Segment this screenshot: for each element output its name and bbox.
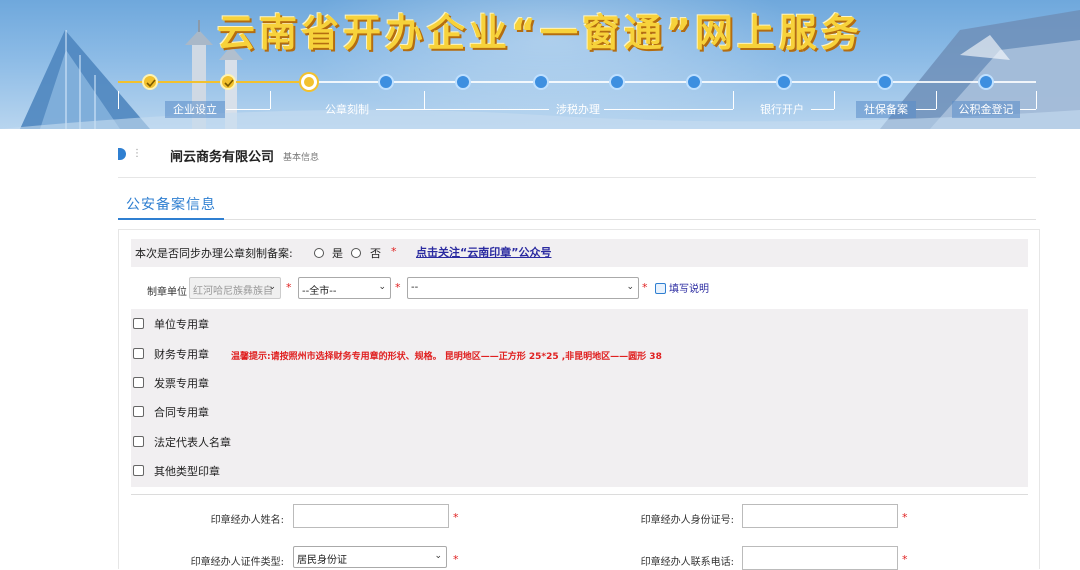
seal-checkbox[interactable] [133, 348, 144, 359]
step-separator [936, 91, 937, 109]
handler-name-input[interactable] [293, 504, 449, 528]
step-label-social-security[interactable]: 社保备案 [856, 101, 916, 118]
prefecture-select-value: 红河哈尼族彝族自 [193, 286, 273, 297]
handler-phone-input[interactable] [742, 546, 898, 570]
cert-type-value: 居民身份证 [297, 555, 347, 566]
step-label-seal[interactable]: 公章刻制 [318, 101, 376, 118]
step-separator [834, 91, 835, 109]
step-check-icon [142, 74, 158, 90]
step-check-icon [220, 74, 236, 90]
handler-name-label: 印章经办人姓名: [210, 515, 284, 526]
step-separator [270, 91, 271, 109]
required-mark: * [391, 245, 397, 258]
step-label-bank[interactable]: 银行开户 [753, 101, 811, 118]
seal-label: 财务专用章 [154, 348, 209, 361]
step-separator [1036, 91, 1037, 109]
required-mark: * [453, 511, 459, 524]
step-label-tax[interactable]: 涉税办理 [549, 101, 607, 118]
radio-no-label: 否 [370, 247, 381, 260]
step-pending-icon [378, 74, 394, 90]
step-rule [424, 109, 549, 110]
step-separator [424, 91, 425, 109]
seal-checkbox[interactable] [133, 318, 144, 329]
prefecture-select[interactable]: 红河哈尼族彝族自 ⌄ [189, 277, 281, 299]
progress-todo-line [308, 81, 1036, 83]
step-pending-icon [877, 74, 893, 90]
follow-wechat-link[interactable]: 点击关注“云南印章”公众号 [416, 244, 551, 260]
company-header: ⋮ 闸云商务有限公司 基本信息 [118, 142, 1036, 178]
finance-seal-warning: 温馨提示:请按照州市选择财务专用章的形状、规格。 昆明地区——正方形 25*25… [231, 352, 662, 362]
step-rule [376, 109, 424, 110]
banner-title: 云南省开办企业“一窗通”网上服务 [217, 11, 863, 55]
chevron-down-icon: ⌄ [626, 282, 634, 292]
step-pending-icon [686, 74, 702, 90]
required-mark: * [395, 281, 401, 294]
fill-guide-label: 填写说明 [669, 284, 709, 295]
step-pending-icon [776, 74, 792, 90]
seal-label: 其他类型印章 [154, 465, 220, 478]
handler-cert-type-select[interactable]: 居民身份证 ⌄ [293, 546, 447, 568]
step-label-setup[interactable]: 企业设立 [165, 101, 225, 118]
sync-question-label: 本次是否同步办理公章刻制备案: [135, 247, 293, 260]
tab-bar: 公安备案信息 [118, 190, 1036, 220]
seal-checkbox[interactable] [133, 465, 144, 476]
sync-question-row: 本次是否同步办理公章刻制备案: 是 否 * 点击关注“云南印章”公众号 [131, 239, 1028, 267]
required-mark: * [286, 281, 292, 294]
seal-type-box: 单位专用章 财务专用章 发票专用章 合同专用章 法定代表人名章 其他类型印章 温… [131, 309, 1028, 487]
company-name: 闸云商务有限公司 [170, 150, 275, 165]
tab-police-filing[interactable]: 公安备案信息 [118, 190, 224, 220]
required-mark: * [902, 511, 908, 524]
seal-label: 单位专用章 [154, 318, 209, 331]
company-basic-info-link[interactable]: 基本信息 [283, 150, 319, 163]
step-rule [226, 109, 270, 110]
step-rule [1020, 109, 1036, 110]
more-icon: ⋮ [132, 148, 142, 159]
radio-yes-label: 是 [332, 247, 343, 260]
seal-label: 法定代表人名章 [154, 436, 231, 449]
required-mark: * [453, 553, 459, 566]
step-pending-icon [978, 74, 994, 90]
handler-id-label: 印章经办人身份证号: [640, 515, 734, 526]
city-select-value: --全市-- [302, 286, 337, 297]
seal-checkbox[interactable] [133, 436, 144, 447]
radio-no[interactable] [351, 248, 361, 258]
step-pending-icon [609, 74, 625, 90]
radio-yes[interactable] [314, 248, 324, 258]
chevron-down-icon: ⌄ [434, 551, 442, 561]
step-pending-icon [533, 74, 549, 90]
fill-guide-link[interactable]: 填写说明 [655, 280, 709, 295]
seal-label: 发票专用章 [154, 377, 209, 390]
seal-unit-label: 制章单位 [147, 287, 187, 298]
bureau-select-value: -- [411, 282, 419, 293]
seal-unit-row: 制章单位 红河哈尼族彝族自 ⌄ * --全市-- ⌄ * -- ⌄ * 填写说明 [131, 274, 1028, 302]
handler-phone-label: 印章经办人联系电话: [640, 557, 734, 568]
step-rule [916, 109, 936, 110]
flag-icon [118, 148, 126, 160]
chevron-down-icon: ⌄ [378, 282, 386, 292]
handler-id-input[interactable] [742, 504, 898, 528]
step-label-housing-fund[interactable]: 公积金登记 [952, 101, 1020, 118]
step-separator [733, 91, 734, 109]
book-icon [655, 283, 666, 294]
required-mark: * [902, 553, 908, 566]
chevron-down-icon: ⌄ [268, 282, 276, 292]
step-separator [118, 91, 119, 109]
bureau-select[interactable]: -- ⌄ [407, 277, 639, 299]
form-panel: 本次是否同步办理公章刻制备案: 是 否 * 点击关注“云南印章”公众号 制章单位… [118, 229, 1040, 570]
handler-cert-type-label: 印章经办人证件类型: [190, 557, 284, 568]
step-current-icon [301, 74, 317, 90]
step-rule [811, 109, 834, 110]
seal-label: 合同专用章 [154, 406, 209, 419]
header-banner: 云南省开办企业“一窗通”网上服务 企业设立 公章刻制 涉税办理 银行开户 社保备… [0, 0, 1080, 129]
city-select[interactable]: --全市-- ⌄ [298, 277, 391, 299]
divider [131, 494, 1028, 495]
seal-checkbox[interactable] [133, 377, 144, 388]
step-pending-icon [455, 74, 471, 90]
required-mark: * [642, 281, 648, 294]
seal-checkbox[interactable] [133, 406, 144, 417]
step-rule [604, 109, 733, 110]
